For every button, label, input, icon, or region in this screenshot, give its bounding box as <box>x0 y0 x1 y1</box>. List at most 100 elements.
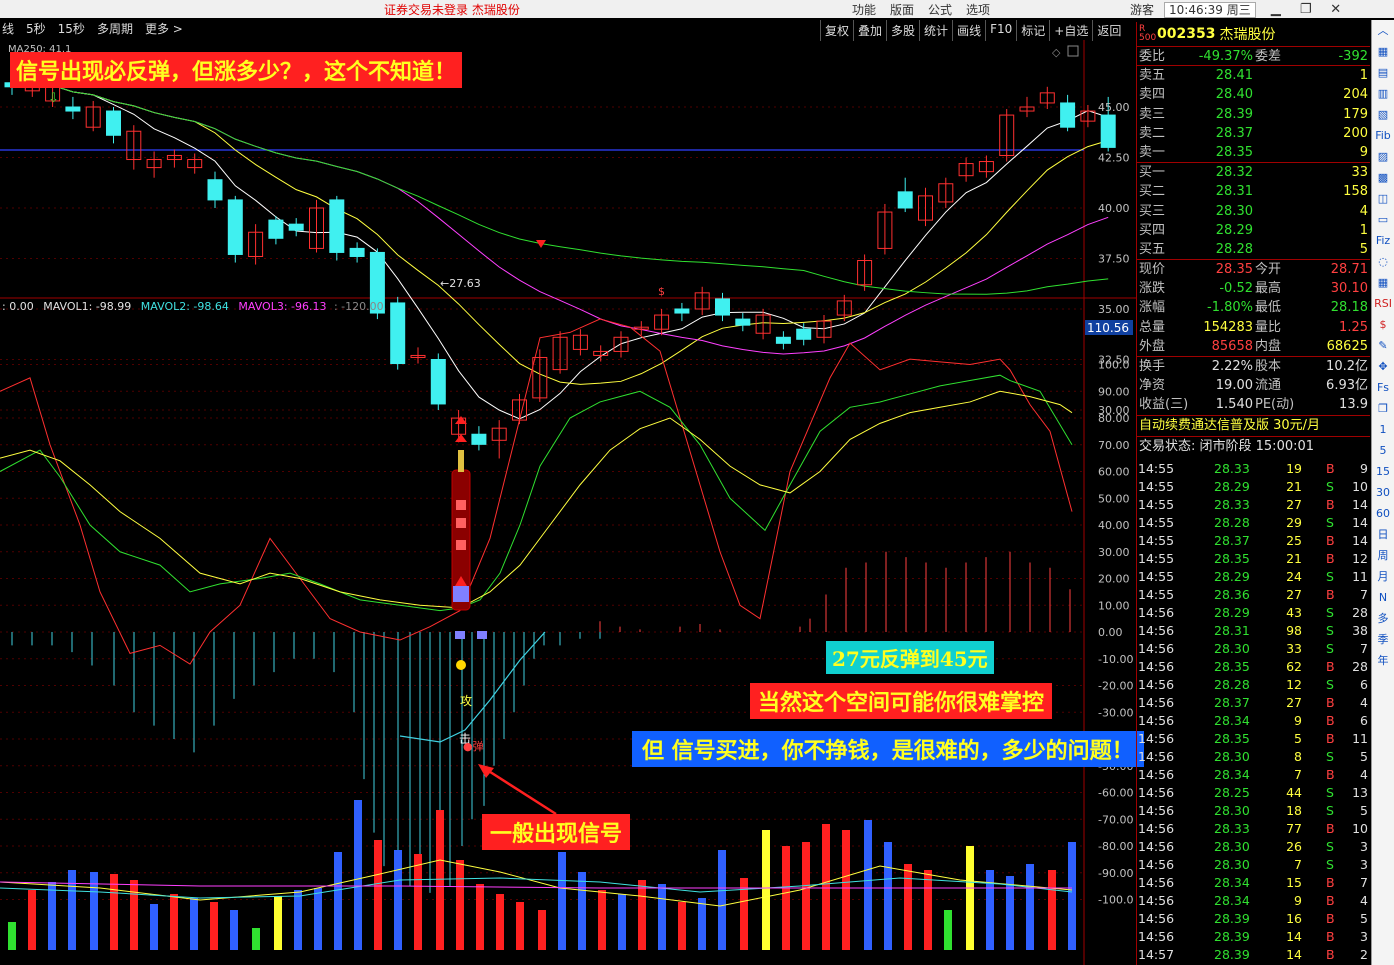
ask-row[interactable]: 卖二 28.37 200 <box>1137 124 1370 143</box>
tick-cell: 9 <box>1360 461 1368 476</box>
fundamental-row[interactable]: 换手 2.22% 股本 10.2亿 <box>1137 357 1370 376</box>
ask-row[interactable]: 卖四 28.40 204 <box>1137 85 1370 104</box>
cci-icon[interactable]: ◫ <box>1372 188 1394 209</box>
toolbar-overlay[interactable]: 叠加 <box>853 20 886 41</box>
menu-layout[interactable]: 版面 <box>890 1 914 18</box>
stat-row[interactable]: 涨幅 -1.80% 最低 28.18 <box>1137 298 1370 317</box>
stock-name[interactable]: 杰瑞股份 <box>1219 24 1275 44</box>
tick-cell: 28.34 <box>1214 713 1250 728</box>
tick-cell: 14:56 <box>1138 695 1175 710</box>
stat-row[interactable]: 总量 154283 量比 1.25 <box>1137 318 1370 337</box>
period-季[interactable]: 季 <box>1372 629 1394 650</box>
ema-icon[interactable]: ▦ <box>1372 272 1394 293</box>
period-15s[interactable]: 15秒 <box>58 20 85 40</box>
maximize-panel-icon[interactable] <box>1067 45 1079 57</box>
tick-cell: 14 <box>1352 497 1368 512</box>
tick-list[interactable]: 14:55 28.33 19 B 9 14:55 28.29 21 S 10 14:55 28.33 2… <box>1136 460 1370 964</box>
toolbar-restore-right[interactable]: 复权 <box>820 20 853 41</box>
tick-cell: B <box>1326 893 1335 908</box>
toolbar-draw[interactable]: 画线 <box>952 20 985 41</box>
toolbar-multi-stock[interactable]: 多股 <box>886 20 919 41</box>
menu-options[interactable]: 选项 <box>966 1 990 18</box>
tick-cell: 28.30 <box>1214 803 1250 818</box>
period-N[interactable]: N <box>1372 587 1394 608</box>
period-多[interactable]: 多 <box>1372 608 1394 629</box>
toolbar-add-watch[interactable]: +自选 <box>1049 20 1092 41</box>
close-icon[interactable]: ✕ <box>1326 2 1346 17</box>
tick-row: 14:56 28.33 77 B 10 <box>1136 820 1370 838</box>
tick-cell: 14:56 <box>1138 713 1175 728</box>
fiz-icon[interactable]: Fiz <box>1372 230 1394 251</box>
bid-row[interactable]: 买二 28.31 158 <box>1137 182 1370 201</box>
rsi2-icon[interactable]: RSI <box>1372 293 1394 314</box>
minimize-icon[interactable]: ▁ <box>1266 2 1286 17</box>
period-周[interactable]: 周 <box>1372 545 1394 566</box>
tick-cell: 28.37 <box>1214 695 1250 710</box>
user-label[interactable]: 游客 <box>1130 1 1154 18</box>
period-5s[interactable]: 5秒 <box>26 20 46 40</box>
toolbar-mark[interactable]: 标记 <box>1016 20 1049 41</box>
ask-row-lab: 卖三 <box>1139 106 1166 122</box>
diamond-icon[interactable]: ◇ <box>1052 46 1061 59</box>
bid-row[interactable]: 买四 28.29 1 <box>1137 221 1370 240</box>
fundamental-row[interactable]: 收益(三) 1.540 PE(动) 13.9 <box>1137 395 1370 414</box>
period-日[interactable]: 日 <box>1372 524 1394 545</box>
arrow-head-icon <box>478 764 494 778</box>
volume-bar <box>48 882 56 950</box>
ask-row[interactable]: 卖一 28.35 9 <box>1137 143 1370 162</box>
period-1[interactable]: 1 <box>1372 419 1394 440</box>
money-icon[interactable]: $ <box>1372 314 1394 335</box>
period-line[interactable]: 线 <box>2 20 14 40</box>
menu-formula[interactable]: 公式 <box>928 1 952 18</box>
move-icon[interactable]: ✥ <box>1372 356 1394 377</box>
stat-row-lab: 现价 <box>1139 262 1166 278</box>
f5-icon[interactable]: ❐ <box>1372 398 1394 419</box>
fundamental-row[interactable]: 净资 19.00 流通 6.93亿 <box>1137 376 1370 395</box>
stock-code[interactable]: 002353 <box>1157 26 1215 42</box>
toolbar-f10[interactable]: F10 <box>985 20 1016 41</box>
rsi-icon[interactable]: ▦ <box>1372 41 1394 62</box>
window-title: 证券交易未登录 杰瑞股份 <box>384 3 520 17</box>
ask-row[interactable]: 卖三 28.39 179 <box>1137 105 1370 124</box>
bbi-icon[interactable]: ▨ <box>1372 146 1394 167</box>
bid-row[interactable]: 买五 28.28 5 <box>1137 240 1370 259</box>
wr-icon[interactable]: ▭ <box>1372 209 1394 230</box>
roc-icon[interactable]: ◌ <box>1372 251 1394 272</box>
pen-icon[interactable]: ✎ <box>1372 335 1394 356</box>
up-icon[interactable]: ︿ <box>1372 20 1394 41</box>
period-more[interactable]: 更多 > <box>145 20 183 40</box>
ind-tick-label: -10.00 <box>1098 653 1133 666</box>
tick-cell: 5 <box>1294 731 1302 746</box>
stat-row[interactable]: 外盘 85658 内盘 68625 <box>1137 337 1370 356</box>
restore-icon[interactable]: ❐ <box>1296 2 1316 17</box>
tick-cell: 28.36 <box>1214 587 1250 602</box>
subscription-ad[interactable]: 自动续费通达信普及版 30元/月 <box>1137 416 1370 436</box>
toolbar-back[interactable]: 返回 <box>1092 20 1125 41</box>
bid-row[interactable]: 买三 28.30 4 <box>1137 202 1370 221</box>
period-5[interactable]: 5 <box>1372 440 1394 461</box>
period-30[interactable]: 30 <box>1372 482 1394 503</box>
kdj-icon[interactable]: ▧ <box>1372 104 1394 125</box>
stat-row[interactable]: 现价 28.35 今开 28.71 <box>1137 260 1370 279</box>
menu-function[interactable]: 功能 <box>852 1 876 18</box>
tick-cell: 27 <box>1286 695 1302 710</box>
ask-row[interactable]: 卖五 28.41 1 <box>1137 66 1370 85</box>
tick-cell: S <box>1326 857 1334 872</box>
stat-row[interactable]: 涨跌 -0.52 最高 30.10 <box>1137 279 1370 298</box>
tick-cell: S <box>1326 479 1334 494</box>
period-60[interactable]: 60 <box>1372 503 1394 524</box>
bid-row[interactable]: 买一 28.32 33 <box>1137 163 1370 182</box>
fib-icon[interactable]: Fib <box>1372 125 1394 146</box>
period-15[interactable]: 15 <box>1372 461 1394 482</box>
toolbar-stats[interactable]: 统计 <box>919 20 952 41</box>
tick-cell: 62 <box>1286 659 1302 674</box>
chart-icon[interactable]: ▤ <box>1372 62 1394 83</box>
sar-icon[interactable]: ▩ <box>1372 167 1394 188</box>
fs-icon[interactable]: Fs <box>1372 377 1394 398</box>
dmi-icon[interactable]: ▥ <box>1372 83 1394 104</box>
period-multi[interactable]: 多周期 <box>97 20 133 40</box>
period-年[interactable]: 年 <box>1372 650 1394 671</box>
ind-tick-label: -20.00 <box>1098 680 1133 693</box>
period-月[interactable]: 月 <box>1372 566 1394 587</box>
tick-cell: B <box>1326 497 1335 512</box>
